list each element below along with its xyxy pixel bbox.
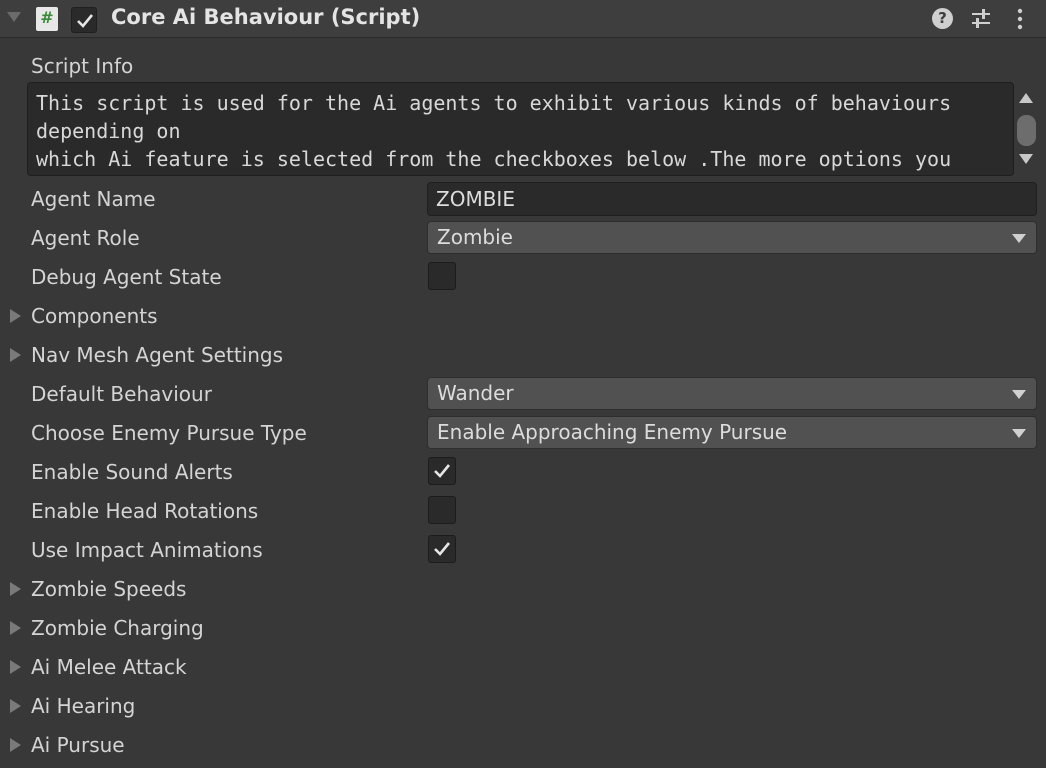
- foldout-expanded-icon[interactable]: [7, 12, 21, 22]
- dropdown-arrow-icon: [1012, 234, 1026, 243]
- foldout-collapsed-icon[interactable]: [10, 621, 21, 635]
- checkmark-icon: [434, 542, 451, 556]
- script-info-text[interactable]: This script is used for the Ai agents to…: [36, 89, 1011, 175]
- nav-mesh-agent-settings-foldout[interactable]: Nav Mesh Agent Settings: [31, 342, 283, 368]
- foldout-collapsed-icon[interactable]: [10, 699, 21, 713]
- agent-name-label: Agent Name: [31, 187, 156, 211]
- checkmark-icon: [434, 464, 451, 478]
- enemy-pursue-type-dropdown[interactable]: Enable Approaching Enemy Pursue: [427, 416, 1037, 449]
- script-info-textarea[interactable]: This script is used for the Ai agents to…: [27, 82, 1014, 176]
- dropdown-arrow-icon: [1012, 390, 1026, 399]
- debug-agent-state-checkbox[interactable]: [428, 262, 456, 290]
- enable-head-rotations-label: Enable Head Rotations: [31, 499, 259, 523]
- foldout-collapsed-icon[interactable]: [10, 309, 21, 323]
- agent-name-field[interactable]: ZOMBIE: [427, 182, 1037, 216]
- script-hash-glyph: #: [40, 8, 54, 27]
- dropdown-arrow-icon: [1012, 429, 1026, 438]
- components-foldout[interactable]: Components: [31, 303, 158, 329]
- enable-head-rotations-checkbox[interactable]: [428, 496, 456, 524]
- script-icon: #: [36, 7, 58, 31]
- agent-role-label: Agent Role: [31, 226, 140, 250]
- ai-hearing-foldout[interactable]: Ai Hearing: [31, 693, 135, 719]
- script-info-label: Script Info: [31, 54, 134, 78]
- enable-sound-alerts-label: Enable Sound Alerts: [31, 460, 233, 484]
- checkmark-icon: [77, 14, 94, 28]
- default-behaviour-label: Default Behaviour: [31, 382, 212, 406]
- scroll-up-arrow-icon[interactable]: [1019, 93, 1033, 103]
- enemy-pursue-type-label: Choose Enemy Pursue Type: [31, 421, 307, 445]
- use-impact-animations-label: Use Impact Animations: [31, 538, 263, 562]
- zombie-charging-foldout[interactable]: Zombie Charging: [31, 615, 204, 641]
- ai-melee-attack-foldout[interactable]: Ai Melee Attack: [31, 654, 187, 680]
- agent-role-value: Zombie: [437, 225, 513, 249]
- foldout-collapsed-icon[interactable]: [10, 582, 21, 596]
- debug-agent-state-label: Debug Agent State: [31, 265, 222, 289]
- zombie-speeds-foldout[interactable]: Zombie Speeds: [31, 576, 186, 602]
- help-icon[interactable]: ?: [932, 8, 953, 29]
- foldout-collapsed-icon[interactable]: [10, 348, 21, 362]
- component-title: Core Ai Behaviour (Script): [111, 5, 421, 29]
- scrollbar-thumb[interactable]: [1017, 115, 1036, 146]
- default-behaviour-value: Wander: [437, 381, 514, 405]
- component-enabled-checkbox[interactable]: [71, 7, 97, 33]
- use-impact-animations-checkbox[interactable]: [428, 535, 456, 563]
- ai-pursue-foldout[interactable]: Ai Pursue: [31, 732, 125, 758]
- foldout-collapsed-icon[interactable]: [10, 738, 21, 752]
- enemy-pursue-type-value: Enable Approaching Enemy Pursue: [437, 420, 788, 444]
- scroll-down-arrow-icon[interactable]: [1019, 154, 1033, 164]
- default-behaviour-dropdown[interactable]: Wander: [427, 377, 1037, 410]
- presets-icon[interactable]: [970, 7, 992, 31]
- component-header[interactable]: # Core Ai Behaviour (Script) ?: [0, 0, 1046, 38]
- foldout-collapsed-icon[interactable]: [10, 660, 21, 674]
- kebab-menu-icon[interactable]: [1010, 7, 1030, 31]
- enable-sound-alerts-checkbox[interactable]: [428, 457, 456, 485]
- agent-role-dropdown[interactable]: Zombie: [427, 221, 1037, 254]
